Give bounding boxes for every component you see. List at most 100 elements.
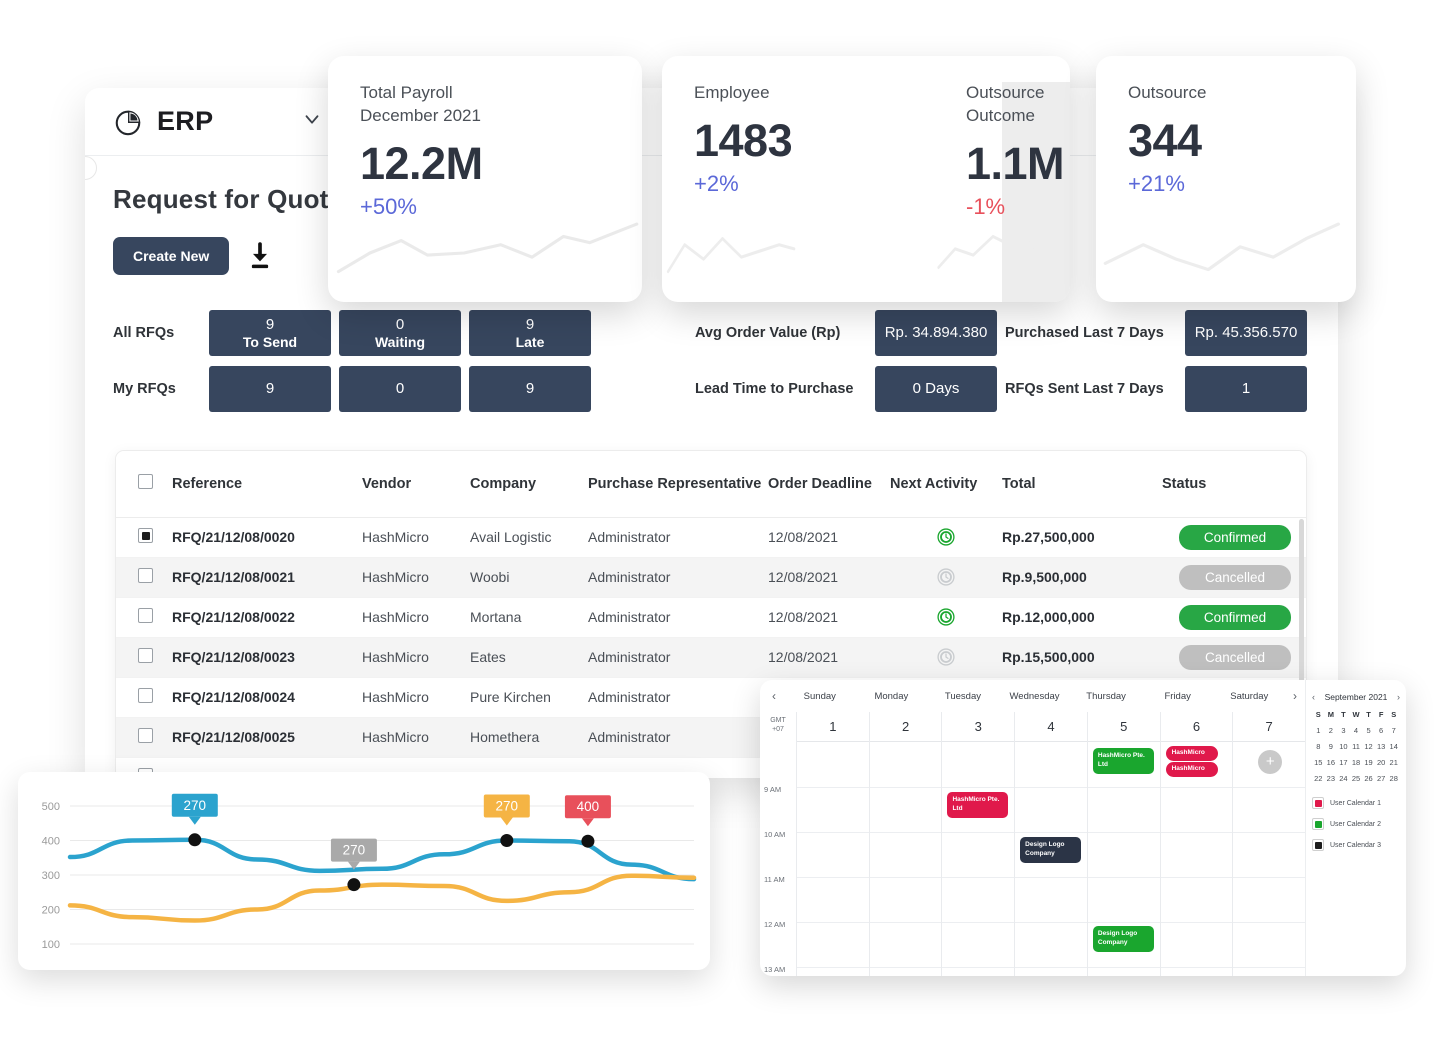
mini-calendar-day[interactable]: 26 xyxy=(1362,774,1375,783)
kpi-sub-outsource-outcome[interactable]: Outsource Outcome 1.1M -1% xyxy=(934,56,1070,302)
kpi-sub-employee[interactable]: Employee 1483 +2% xyxy=(662,56,798,302)
chart-data-point[interactable] xyxy=(347,878,360,891)
col-vendor[interactable]: Vendor xyxy=(362,451,470,517)
row-checkbox[interactable] xyxy=(138,648,153,663)
mini-calendar-day[interactable]: 12 xyxy=(1362,742,1375,751)
calendar-event[interactable]: Design Logo Company xyxy=(1020,837,1081,863)
row-checkbox[interactable] xyxy=(138,688,153,703)
mini-calendar-day[interactable]: 2 xyxy=(1325,726,1338,735)
mini-calendar-day[interactable]: 9 xyxy=(1325,742,1338,751)
mini-calendar-day[interactable]: 19 xyxy=(1362,758,1375,767)
col-status[interactable]: Status xyxy=(1162,451,1307,517)
mini-calendar-day[interactable]: 28 xyxy=(1387,774,1400,783)
row-checkbox[interactable] xyxy=(138,608,153,623)
mini-calendar-day[interactable]: 3 xyxy=(1337,726,1350,735)
table-row[interactable]: RFQ/21/12/08/0023HashMicroEatesAdministr… xyxy=(116,637,1307,677)
row-select-cell[interactable] xyxy=(116,597,172,637)
download-icon[interactable] xyxy=(247,241,273,271)
mini-calendar-day[interactable]: 16 xyxy=(1325,758,1338,767)
calendar-event[interactable]: Design Logo Company xyxy=(1093,926,1154,952)
metric-lead-time[interactable]: 0 Days xyxy=(875,366,997,412)
calendar-event[interactable]: HashMicro xyxy=(1166,746,1219,761)
row-select-cell[interactable] xyxy=(116,677,172,717)
mini-calendar-day[interactable]: 17 xyxy=(1337,758,1350,767)
col-order-deadline[interactable]: Order Deadline xyxy=(768,451,890,517)
col-reference[interactable]: Reference xyxy=(172,451,362,517)
calendar-day-column-tuesday[interactable]: 3HashMicro Pte. Ltd xyxy=(941,712,1014,976)
calendar-day-column-sunday[interactable]: 1 xyxy=(796,712,869,976)
chevron-right-icon[interactable]: › xyxy=(1285,689,1305,703)
mini-calendar-day[interactable]: 1 xyxy=(1312,726,1325,735)
mini-calendar-day[interactable]: 4 xyxy=(1350,726,1363,735)
calendar-day-column-monday[interactable]: 2 xyxy=(869,712,942,976)
mini-calendar-day[interactable]: 14 xyxy=(1387,742,1400,751)
mini-calendar-day[interactable]: 15 xyxy=(1312,758,1325,767)
mini-calendar-day[interactable]: 7 xyxy=(1387,726,1400,735)
stat-my-waiting[interactable]: 0 xyxy=(339,366,461,412)
plus-icon[interactable]: + xyxy=(1258,750,1282,774)
mini-calendar-day[interactable]: 23 xyxy=(1325,774,1338,783)
mini-calendar-day[interactable]: 22 xyxy=(1312,774,1325,783)
calendar-day-column-thursday[interactable]: 5HashMicro Pte. LtdDesign Logo Company xyxy=(1087,712,1160,976)
mini-calendar-day[interactable]: 21 xyxy=(1387,758,1400,767)
calendar-legend-item[interactable]: User Calendar 2 xyxy=(1312,818,1400,830)
calendar-legend-item[interactable]: User Calendar 1 xyxy=(1312,797,1400,809)
row-select-cell[interactable] xyxy=(116,557,172,597)
cell-next-activity[interactable] xyxy=(890,517,1002,557)
select-all-checkbox[interactable] xyxy=(138,474,153,489)
calendar-event[interactable]: HashMicro Pte. Ltd xyxy=(1093,748,1154,774)
chart-data-point[interactable] xyxy=(500,834,513,847)
cell-next-activity[interactable] xyxy=(890,637,1002,677)
chart-data-point[interactable] xyxy=(188,833,201,846)
chevron-down-icon[interactable] xyxy=(301,108,323,135)
table-row[interactable]: RFQ/21/12/08/0021HashMicroWoobiAdministr… xyxy=(116,557,1307,597)
kpi-card-total-payroll[interactable]: Total Payroll December 2021 12.2M +50% xyxy=(328,56,642,302)
calendar-day-column-saturday[interactable]: 7+ xyxy=(1232,712,1305,976)
cell-next-activity[interactable] xyxy=(890,557,1002,597)
cell-next-activity[interactable] xyxy=(890,597,1002,637)
calendar-event[interactable]: HashMicro Pte. Ltd xyxy=(947,792,1008,818)
mini-calendar-day[interactable]: 27 xyxy=(1375,774,1388,783)
row-checkbox[interactable] xyxy=(138,568,153,583)
chevron-left-icon[interactable]: ‹ xyxy=(764,689,784,703)
app-brand[interactable]: ERP xyxy=(113,106,213,137)
status-badge[interactable]: Cancelled xyxy=(1179,645,1291,670)
stat-my-to-send[interactable]: 9 xyxy=(209,366,331,412)
chart-data-point[interactable] xyxy=(581,835,594,848)
cell-status[interactable]: Confirmed xyxy=(1162,517,1307,557)
kpi-card-employee-outsource[interactable]: Employee 1483 +2% Outsource Outcome 1.1 xyxy=(662,56,1070,302)
mini-calendar-grid[interactable]: SMTWTFS123456789101112131415161718192021… xyxy=(1312,710,1400,783)
table-row[interactable]: RFQ/21/12/08/0022HashMicroMortanaAdminis… xyxy=(116,597,1307,637)
mini-calendar-day[interactable]: 10 xyxy=(1337,742,1350,751)
mini-calendar-day[interactable]: 25 xyxy=(1350,774,1363,783)
col-purchase-representative[interactable]: Purchase Representative xyxy=(588,451,768,517)
calendar-day-column-wednesday[interactable]: 4Design Logo Company xyxy=(1014,712,1087,976)
mini-prev-icon[interactable]: ‹ xyxy=(1312,692,1315,702)
stat-waiting[interactable]: 0 Waiting xyxy=(339,310,461,356)
status-badge[interactable]: Cancelled xyxy=(1179,565,1291,590)
col-next-activity[interactable]: Next Activity xyxy=(890,451,1002,517)
col-total[interactable]: Total xyxy=(1002,451,1162,517)
calendar-day-column-friday[interactable]: 6HashMicroHashMicro xyxy=(1160,712,1233,976)
col-company[interactable]: Company xyxy=(470,451,588,517)
mini-calendar-day[interactable]: 8 xyxy=(1312,742,1325,751)
stat-to-send[interactable]: 9 To Send xyxy=(209,310,331,356)
kpi-card-outsource[interactable]: Outsource 344 +21% xyxy=(1096,56,1356,302)
stat-late[interactable]: 9 Late xyxy=(469,310,591,356)
table-row[interactable]: RFQ/21/12/08/0020HashMicroAvail Logistic… xyxy=(116,517,1307,557)
calendar-legend-item[interactable]: User Calendar 3 xyxy=(1312,839,1400,851)
status-badge[interactable]: Confirmed xyxy=(1179,605,1291,630)
cell-status[interactable]: Confirmed xyxy=(1162,597,1307,637)
calendar-event[interactable]: HashMicro xyxy=(1166,762,1219,777)
mini-calendar-day[interactable]: 18 xyxy=(1350,758,1363,767)
mini-calendar-day[interactable]: 11 xyxy=(1350,742,1363,751)
metric-avg-order-value[interactable]: Rp. 34.894.380 xyxy=(875,310,997,356)
row-checkbox[interactable] xyxy=(138,728,153,743)
mini-calendar-day[interactable]: 13 xyxy=(1375,742,1388,751)
mini-calendar-day[interactable]: 20 xyxy=(1375,758,1388,767)
row-select-cell[interactable] xyxy=(116,637,172,677)
metric-rfqs-sent[interactable]: 1 xyxy=(1185,366,1307,412)
status-badge[interactable]: Confirmed xyxy=(1179,525,1291,550)
row-checkbox[interactable] xyxy=(138,528,153,543)
mini-next-icon[interactable]: › xyxy=(1397,692,1400,702)
